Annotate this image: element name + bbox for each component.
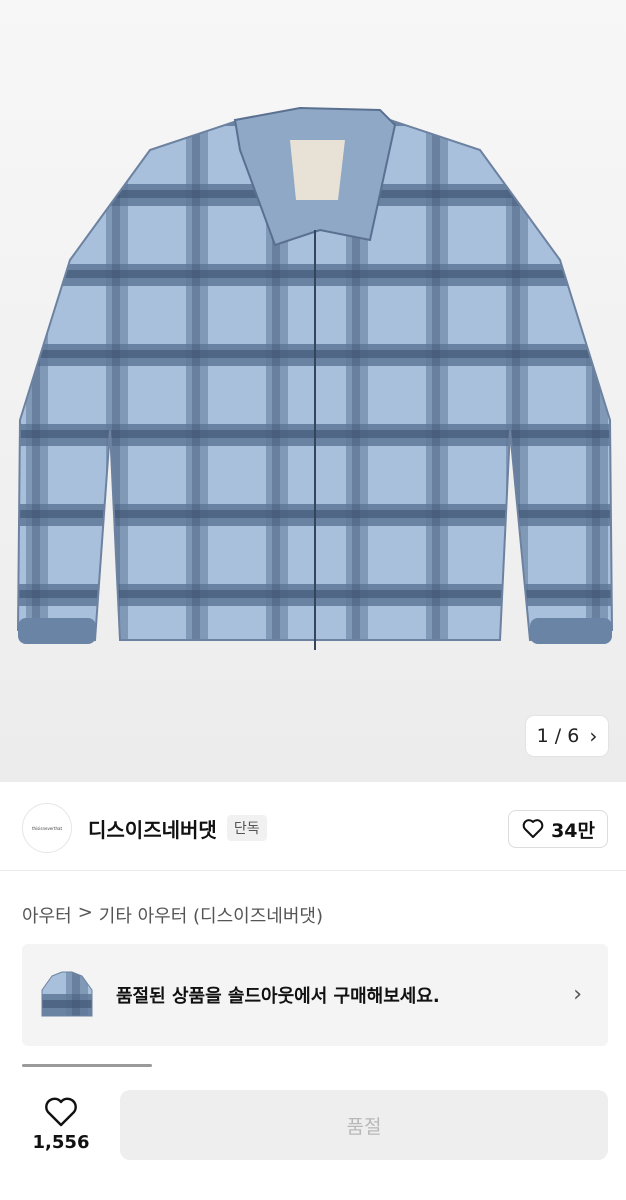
- soldout-banner[interactable]: 품절된 상품을 솔드아웃에서 구매해보세요. ›: [22, 944, 608, 1046]
- brand-logo-text: thisisneverthat: [31, 825, 63, 831]
- breadcrumb: 아우터 > 기타 아우터 (디스이즈네버댓): [22, 902, 323, 928]
- soldout-button[interactable]: 품절: [120, 1090, 608, 1160]
- soldout-banner-text: 품절된 상품을 솔드아웃에서 구매해보세요.: [116, 986, 440, 1007]
- brand-like-button[interactable]: 34만: [508, 810, 608, 848]
- product-thumbnail: [41, 971, 93, 1017]
- chevron-right-icon: ›: [589, 724, 598, 748]
- brand-logo[interactable]: thisisneverthat: [22, 803, 72, 853]
- brand-name[interactable]: 디스이즈네버댓: [88, 814, 217, 843]
- chevron-right-icon: ›: [573, 982, 582, 1007]
- jacket-illustration: [16, 106, 614, 650]
- breadcrumb-item-outer[interactable]: 아우터: [22, 902, 72, 928]
- image-pager[interactable]: 1 / 6 ›: [526, 716, 608, 756]
- scroll-indicator: [22, 1064, 152, 1067]
- pager-text: 1 / 6: [536, 725, 580, 747]
- breadcrumb-item-other-outer[interactable]: 기타 아우터 (디스이즈네버댓): [99, 902, 323, 928]
- product-image[interactable]: 1 / 6 ›: [0, 0, 626, 782]
- heart-icon: [522, 819, 544, 838]
- heart-icon: [45, 1097, 77, 1126]
- divider: [0, 870, 626, 871]
- brand-row[interactable]: thisisneverthat 디스이즈네버댓 단독 34만: [22, 802, 610, 854]
- like-count: 1,556: [32, 1131, 90, 1153]
- exclusive-badge: 단독: [226, 815, 267, 841]
- like-button[interactable]: 1,556: [22, 1092, 100, 1156]
- brand-like-count: 34만: [551, 819, 595, 842]
- breadcrumb-separator: >: [77, 902, 93, 923]
